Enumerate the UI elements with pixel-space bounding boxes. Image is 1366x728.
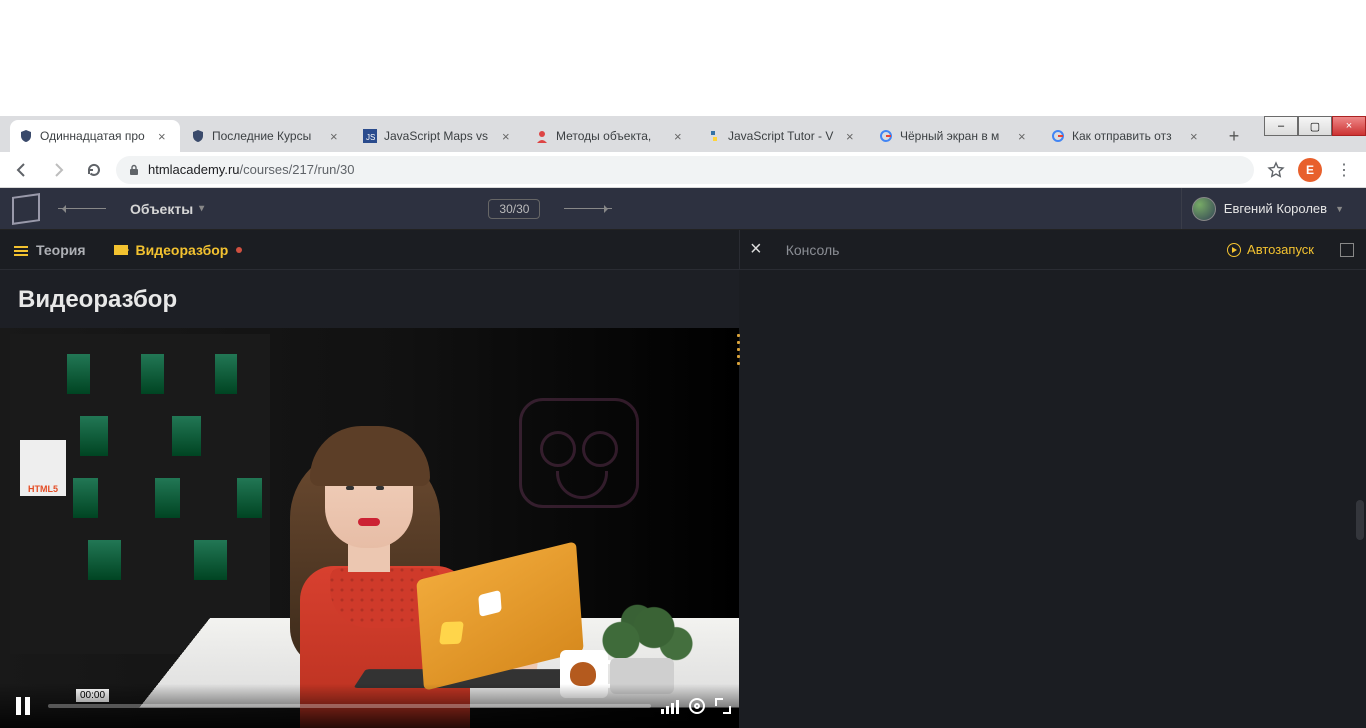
console-label: Консоль (786, 242, 840, 258)
os-minimize-button[interactable]: – (1264, 116, 1298, 136)
video-seek-bar[interactable] (48, 704, 651, 708)
tab-theory-label: Теория (36, 242, 86, 258)
address-bar[interactable]: htmlacademy.ru/courses/217/run/30 (116, 156, 1254, 184)
autorun-toggle[interactable]: Автозапуск (1213, 230, 1328, 269)
profile-avatar[interactable]: E (1298, 158, 1322, 182)
tab-close-icon[interactable]: × (674, 129, 688, 143)
fullscreen-icon[interactable] (715, 698, 731, 714)
list-icon (14, 244, 28, 256)
chevron-down-icon: ▾ (199, 203, 204, 214)
lock-icon (128, 164, 140, 176)
browser-tab[interactable]: Чёрный экран в м × (870, 120, 1040, 152)
user-avatar (1192, 197, 1216, 221)
os-maximize-button[interactable]: ▢ (1298, 116, 1332, 136)
tab-title: Методы объекта, (556, 129, 670, 143)
shield-icon (18, 128, 34, 144)
progress-indicator: 30/30 (488, 199, 540, 219)
section-title: Видеоразбор (0, 270, 739, 328)
console-tab[interactable]: Консоль (772, 230, 854, 269)
site-logo-icon[interactable] (12, 193, 40, 225)
main-split: Видеоразбор HTML5 (0, 270, 1366, 728)
nav-forward-button[interactable] (44, 156, 72, 184)
tab-theory[interactable]: Теория (0, 230, 100, 269)
browser-tab[interactable]: Методы объекта, × (526, 120, 696, 152)
tab-title: Последние Курсы (212, 129, 326, 143)
course-header: Объекты ▾ 30/30 Евгений Королев ▼ (0, 188, 1366, 230)
user-menu[interactable]: Евгений Королев ▼ (1181, 188, 1354, 229)
tab-title: JavaScript Tutor - V (728, 129, 842, 143)
prev-lesson-arrow[interactable] (58, 208, 106, 209)
shield-icon (190, 128, 206, 144)
play-ring-icon (1227, 243, 1241, 257)
video-frame: HTML5 (0, 328, 739, 728)
tab-title: Одиннадцатая про (40, 129, 154, 143)
nav-reload-button[interactable] (80, 156, 108, 184)
browser-tab[interactable]: Последние Курсы × (182, 120, 352, 152)
js-icon: JS (362, 128, 378, 144)
nav-back-button[interactable] (8, 156, 36, 184)
tab-video[interactable]: Видеоразбор (100, 230, 257, 269)
lesson-tabs-row: Теория Видеоразбор × Консоль Автозапуск (0, 230, 1366, 270)
browser-tab[interactable]: JS JavaScript Maps vs × (354, 120, 524, 152)
pause-button[interactable] (8, 691, 38, 721)
video-controls (0, 684, 739, 728)
browser-tab[interactable]: Как отправить отз × (1042, 120, 1212, 152)
tab-close-icon[interactable]: × (1018, 129, 1032, 143)
settings-gear-icon[interactable] (689, 698, 705, 714)
google-icon (1050, 128, 1066, 144)
page-content: Объекты ▾ 30/30 Евгений Королев ▼ Теория… (0, 188, 1366, 728)
tab-close-icon[interactable]: × (330, 129, 344, 143)
tab-title: Чёрный экран в м (900, 129, 1014, 143)
url-text: htmlacademy.ru/courses/217/run/30 (148, 162, 354, 177)
volume-icon[interactable] (661, 698, 679, 714)
browser-toolbar: htmlacademy.ru/courses/217/run/30 E ⋮ (0, 152, 1366, 188)
tab-video-label: Видеоразбор (136, 242, 229, 258)
browser-tab-strip: Одиннадцатая про × Последние Курсы × JS … (0, 116, 1366, 152)
person-icon (534, 128, 550, 144)
tab-close-icon[interactable]: × (158, 129, 172, 143)
bookmark-star-icon[interactable] (1262, 156, 1290, 184)
scrollbar-thumb[interactable] (1356, 500, 1364, 540)
user-name-label: Евгений Королев (1224, 201, 1327, 216)
google-icon (878, 128, 894, 144)
console-close-button[interactable]: × (740, 238, 772, 261)
tab-close-icon[interactable]: × (502, 129, 516, 143)
video-player[interactable]: HTML5 (0, 328, 739, 728)
course-name-label: Объекты (130, 201, 193, 217)
course-name-dropdown[interactable]: Объекты ▾ (130, 201, 204, 217)
console-pane (739, 270, 1366, 728)
os-window-controls: – ▢ × (1264, 116, 1366, 136)
python-icon (706, 128, 722, 144)
autorun-label: Автозапуск (1247, 242, 1314, 257)
tab-close-icon[interactable]: × (846, 129, 860, 143)
browser-tab-active[interactable]: Одиннадцатая про × (10, 120, 180, 152)
gutter-markers (737, 330, 741, 369)
video-pane: Видеоразбор HTML5 (0, 270, 739, 728)
browser-menu-button[interactable]: ⋮ (1330, 156, 1358, 184)
lesson-progress: 30/30 (488, 199, 612, 219)
video-icon (114, 245, 128, 255)
tab-title: Как отправить отз (1072, 129, 1186, 143)
mascot-drawing (509, 398, 649, 568)
tab-title: JavaScript Maps vs (384, 129, 498, 143)
new-tab-button[interactable]: + (1220, 122, 1248, 150)
svg-text:JS: JS (366, 133, 375, 142)
notification-dot-icon (236, 247, 242, 253)
browser-tab[interactable]: JavaScript Tutor - V × (698, 120, 868, 152)
next-lesson-arrow[interactable] (564, 208, 612, 209)
os-close-button[interactable]: × (1332, 116, 1366, 136)
tab-close-icon[interactable]: × (1190, 129, 1204, 143)
chevron-down-icon: ▼ (1335, 204, 1344, 214)
expand-console-icon[interactable] (1340, 243, 1354, 257)
